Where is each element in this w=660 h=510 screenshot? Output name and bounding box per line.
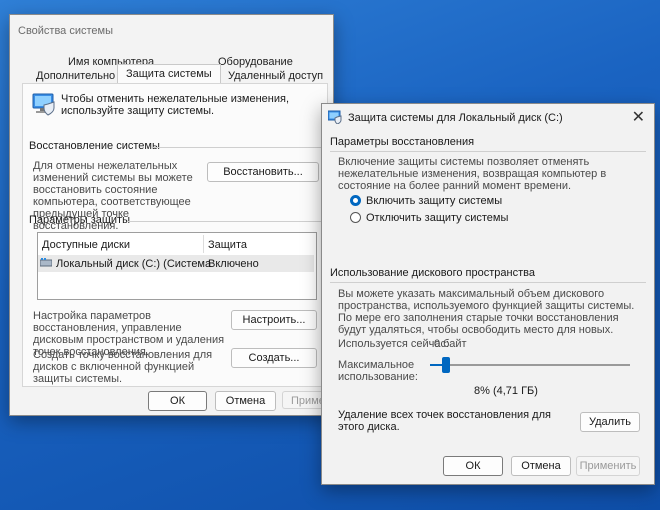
- tab-system-protection[interactable]: Защита системы: [117, 64, 221, 84]
- window-title: Свойства системы: [18, 25, 114, 37]
- ok-button[interactable]: ОК: [443, 456, 503, 476]
- enable-protection-label[interactable]: Включить защиту системы: [366, 195, 502, 207]
- tab-advanced[interactable]: Дополнительно: [36, 70, 115, 82]
- tab-remote[interactable]: Удаленный доступ: [228, 70, 323, 82]
- max-usage-label: Максимальное использование:: [338, 359, 418, 383]
- drive-protection-status: Включено: [208, 258, 259, 270]
- slider-thumb[interactable]: [442, 357, 450, 373]
- restore-button[interactable]: Восстановить...: [207, 162, 319, 182]
- create-description: Создать точку восстановления для дисков …: [33, 349, 213, 385]
- enable-protection-radio[interactable]: [350, 195, 361, 206]
- restore-params-description: Включение защиты системы позволяет отмен…: [338, 156, 607, 192]
- restore-section-header: Восстановление системы: [29, 140, 160, 152]
- slider-track: [430, 364, 630, 366]
- disk-usage-header: Использование дискового пространства: [330, 267, 535, 279]
- computer-shield-icon: [328, 110, 342, 124]
- apply-button[interactable]: Применить: [576, 456, 640, 476]
- current-usage-value: 0 байт: [434, 338, 467, 350]
- slider-value-text: 8% (4,71 ГБ): [474, 385, 538, 397]
- cancel-button[interactable]: Отмена: [215, 391, 276, 411]
- table-row[interactable]: Локальный диск (C:) (Система Включено: [38, 255, 314, 272]
- max-usage-slider[interactable]: [430, 357, 630, 375]
- system-protection-dialog: Защита системы для Локальный диск (C:) ✕…: [321, 103, 655, 485]
- disable-protection-label[interactable]: Отключить защиту системы: [366, 212, 508, 224]
- column-header-drives[interactable]: Доступные диски: [42, 239, 130, 251]
- create-button[interactable]: Создать...: [231, 348, 317, 368]
- cancel-button[interactable]: Отмена: [511, 456, 571, 476]
- disable-protection-radio[interactable]: [350, 212, 361, 223]
- column-divider: [203, 235, 204, 253]
- close-icon[interactable]: ✕: [632, 107, 645, 127]
- disk-usage-description: Вы можете указать максимальный объем дис…: [338, 288, 635, 336]
- delete-button[interactable]: Удалить: [580, 412, 640, 432]
- divider: [153, 147, 321, 148]
- delete-description: Удаление всех точек восстановления для э…: [338, 409, 551, 433]
- divider: [330, 151, 646, 152]
- divider: [330, 282, 646, 283]
- protection-section-header: Параметры защиты: [29, 214, 130, 226]
- drive-icon: [40, 258, 52, 267]
- divider: [127, 221, 321, 222]
- restore-params-header: Параметры восстановления: [330, 136, 475, 148]
- tab-hardware[interactable]: Оборудование: [218, 56, 293, 68]
- dialog-title: Защита системы для Локальный диск (C:): [348, 112, 563, 124]
- intro-text: Чтобы отменить нежелательные изменения, …: [61, 93, 290, 117]
- computer-shield-icon: [32, 93, 55, 116]
- column-header-protection[interactable]: Защита: [208, 239, 247, 251]
- drive-name: Локальный диск (C:) (Система: [56, 258, 212, 270]
- system-properties-window: Свойства системы Имя компьютера Оборудов…: [9, 14, 337, 416]
- tab-panel: Чтобы отменить нежелательные изменения, …: [22, 83, 328, 387]
- configure-button[interactable]: Настроить...: [231, 310, 317, 330]
- drives-table: Доступные диски Защита Локальный диск (C…: [37, 232, 317, 300]
- current-usage-label: Используется сейчас:: [338, 338, 450, 350]
- ok-button[interactable]: ОК: [148, 391, 207, 411]
